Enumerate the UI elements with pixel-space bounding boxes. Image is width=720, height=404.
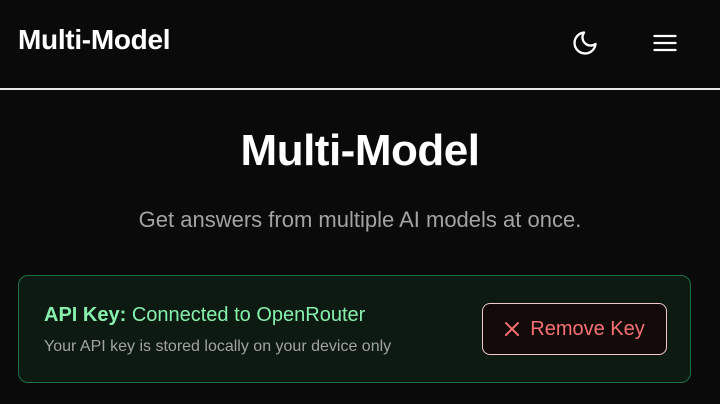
remove-key-label: Remove Key [530, 317, 645, 340]
page-subtitle: Get answers from multiple AI models at o… [138, 207, 582, 232]
api-key-status: API Key: Connected to OpenRouter [44, 304, 365, 327]
api-key-storage-note: Your API key is stored locally on your d… [44, 338, 392, 355]
api-key-status-value: Connected to OpenRouter [131, 304, 366, 326]
moon-icon [573, 31, 597, 55]
theme-toggle-button[interactable] [568, 26, 602, 60]
hamburger-menu-icon [653, 34, 677, 52]
app-root: Multi-Model Multi-Model Get answers from… [0, 0, 720, 404]
api-key-label: API Key: [44, 304, 127, 326]
api-key-status-card: API Key: Connected to OpenRouter Your AP… [18, 275, 691, 383]
remove-key-button[interactable]: Remove Key [482, 303, 667, 355]
menu-button[interactable] [648, 26, 682, 60]
page-title: Multi-Model [240, 126, 480, 175]
navbar: Multi-Model [0, 0, 720, 90]
close-icon [505, 322, 520, 336]
brand-logo[interactable]: Multi-Model [18, 24, 171, 56]
